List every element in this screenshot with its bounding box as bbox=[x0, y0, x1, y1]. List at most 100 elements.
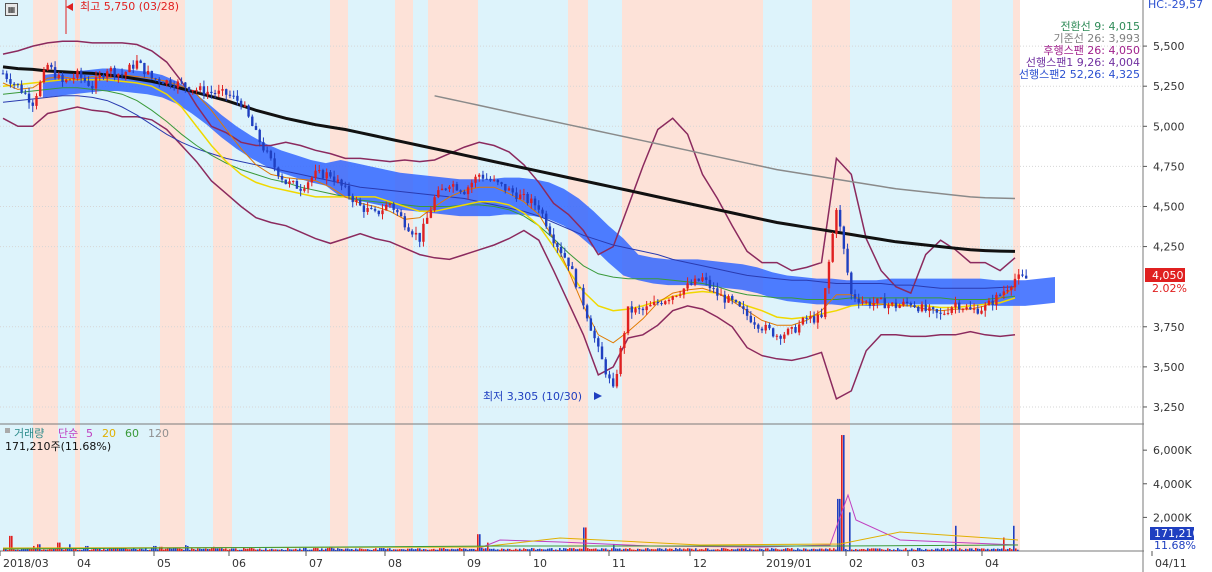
volume-bar bbox=[809, 549, 811, 551]
volume-bar bbox=[413, 549, 415, 551]
volume-bar bbox=[541, 549, 543, 551]
volume-bar bbox=[285, 549, 287, 551]
candle-body bbox=[210, 91, 213, 94]
candle-body bbox=[522, 193, 526, 195]
candle-body bbox=[1010, 287, 1013, 291]
candle-body bbox=[53, 67, 57, 79]
volume-bar bbox=[411, 548, 413, 551]
volume-bar bbox=[415, 549, 417, 551]
volume-bar bbox=[671, 548, 673, 551]
candle-body bbox=[321, 170, 325, 179]
volume-bar bbox=[255, 549, 257, 551]
candle-body bbox=[820, 314, 823, 318]
volume-bar bbox=[691, 548, 693, 551]
candle-body bbox=[165, 80, 168, 85]
volume-bar bbox=[107, 548, 109, 551]
volume-bar bbox=[819, 548, 821, 551]
candle-body bbox=[213, 93, 217, 95]
volume-bar bbox=[859, 549, 861, 551]
candle-body bbox=[481, 174, 485, 179]
volume-bar bbox=[277, 549, 279, 551]
candle-body bbox=[396, 209, 399, 213]
band-10 bbox=[348, 0, 395, 551]
volume-bar bbox=[547, 548, 549, 551]
volume-bar bbox=[465, 548, 467, 551]
candle-body bbox=[593, 330, 596, 339]
volume-bar bbox=[597, 549, 599, 551]
band-7 bbox=[213, 0, 232, 551]
volume-bar bbox=[449, 549, 451, 551]
candle-body bbox=[284, 179, 287, 185]
volume-bar bbox=[43, 549, 45, 551]
volume-bar bbox=[613, 544, 615, 551]
volume-bar bbox=[437, 549, 439, 551]
candle-body bbox=[288, 181, 291, 185]
volume-bar bbox=[209, 549, 211, 551]
candle-body bbox=[608, 374, 611, 379]
volume-bar bbox=[91, 549, 93, 551]
candle-body bbox=[980, 310, 983, 314]
candle-body bbox=[143, 62, 146, 75]
candle-body bbox=[749, 315, 753, 323]
volume-bar bbox=[189, 549, 191, 551]
candle-body bbox=[146, 70, 150, 75]
candle-body bbox=[329, 172, 332, 177]
candle-body bbox=[507, 188, 511, 191]
volume-bar bbox=[317, 548, 319, 551]
candle-body bbox=[239, 100, 243, 107]
candle-body bbox=[39, 82, 42, 97]
volume-bar bbox=[145, 548, 147, 551]
volume-bar bbox=[231, 548, 233, 551]
candle-body bbox=[842, 226, 846, 249]
volume-bar bbox=[257, 549, 259, 551]
volume-bar bbox=[707, 548, 709, 551]
volume-bar bbox=[663, 549, 665, 551]
volume-bar bbox=[899, 549, 901, 551]
candle-body bbox=[470, 182, 473, 188]
candle-body bbox=[243, 105, 247, 107]
candle-body bbox=[385, 204, 388, 211]
volume-bar bbox=[863, 549, 865, 551]
volume-bar bbox=[491, 548, 493, 551]
candle-body bbox=[961, 309, 965, 311]
volume-bar bbox=[385, 549, 387, 551]
volume-bar bbox=[727, 548, 729, 551]
volume-bar bbox=[1001, 548, 1003, 551]
volume-bar bbox=[967, 549, 969, 551]
volume-bar bbox=[299, 548, 301, 551]
volume-bar bbox=[357, 549, 359, 551]
volume-bar bbox=[283, 549, 285, 551]
volume-bar bbox=[883, 549, 885, 551]
candle-body bbox=[373, 208, 377, 211]
candle-body bbox=[451, 184, 455, 187]
candle-body bbox=[176, 81, 180, 88]
volume-bar bbox=[309, 549, 311, 551]
candle-body bbox=[496, 179, 500, 183]
volume-bar bbox=[715, 549, 717, 551]
candle-body bbox=[991, 300, 994, 305]
volume-bar bbox=[453, 549, 455, 551]
candle-body bbox=[225, 89, 228, 95]
candle-body bbox=[292, 180, 295, 182]
candle-body bbox=[783, 334, 786, 339]
candle-body bbox=[995, 294, 998, 305]
volume-bar bbox=[865, 549, 867, 551]
volume-bar bbox=[305, 547, 307, 551]
candle-body bbox=[597, 338, 600, 347]
candle-body bbox=[987, 300, 991, 306]
volume-bar bbox=[73, 548, 75, 551]
time-tick-label: 11 bbox=[612, 557, 626, 570]
volume-bar bbox=[377, 549, 379, 551]
volume-bar bbox=[983, 548, 985, 551]
candle-body bbox=[132, 64, 135, 69]
volume-bar bbox=[97, 549, 99, 551]
volume-bar bbox=[653, 549, 655, 551]
volume-bar bbox=[201, 549, 203, 551]
volume-bar bbox=[593, 548, 595, 551]
future-area bbox=[1020, 0, 1142, 551]
chart-settings-icon[interactable]: ▦ bbox=[5, 3, 18, 16]
volume-bar bbox=[993, 548, 995, 551]
candle-body bbox=[198, 86, 202, 90]
volume-bar bbox=[903, 549, 905, 551]
candle-body bbox=[682, 288, 686, 295]
